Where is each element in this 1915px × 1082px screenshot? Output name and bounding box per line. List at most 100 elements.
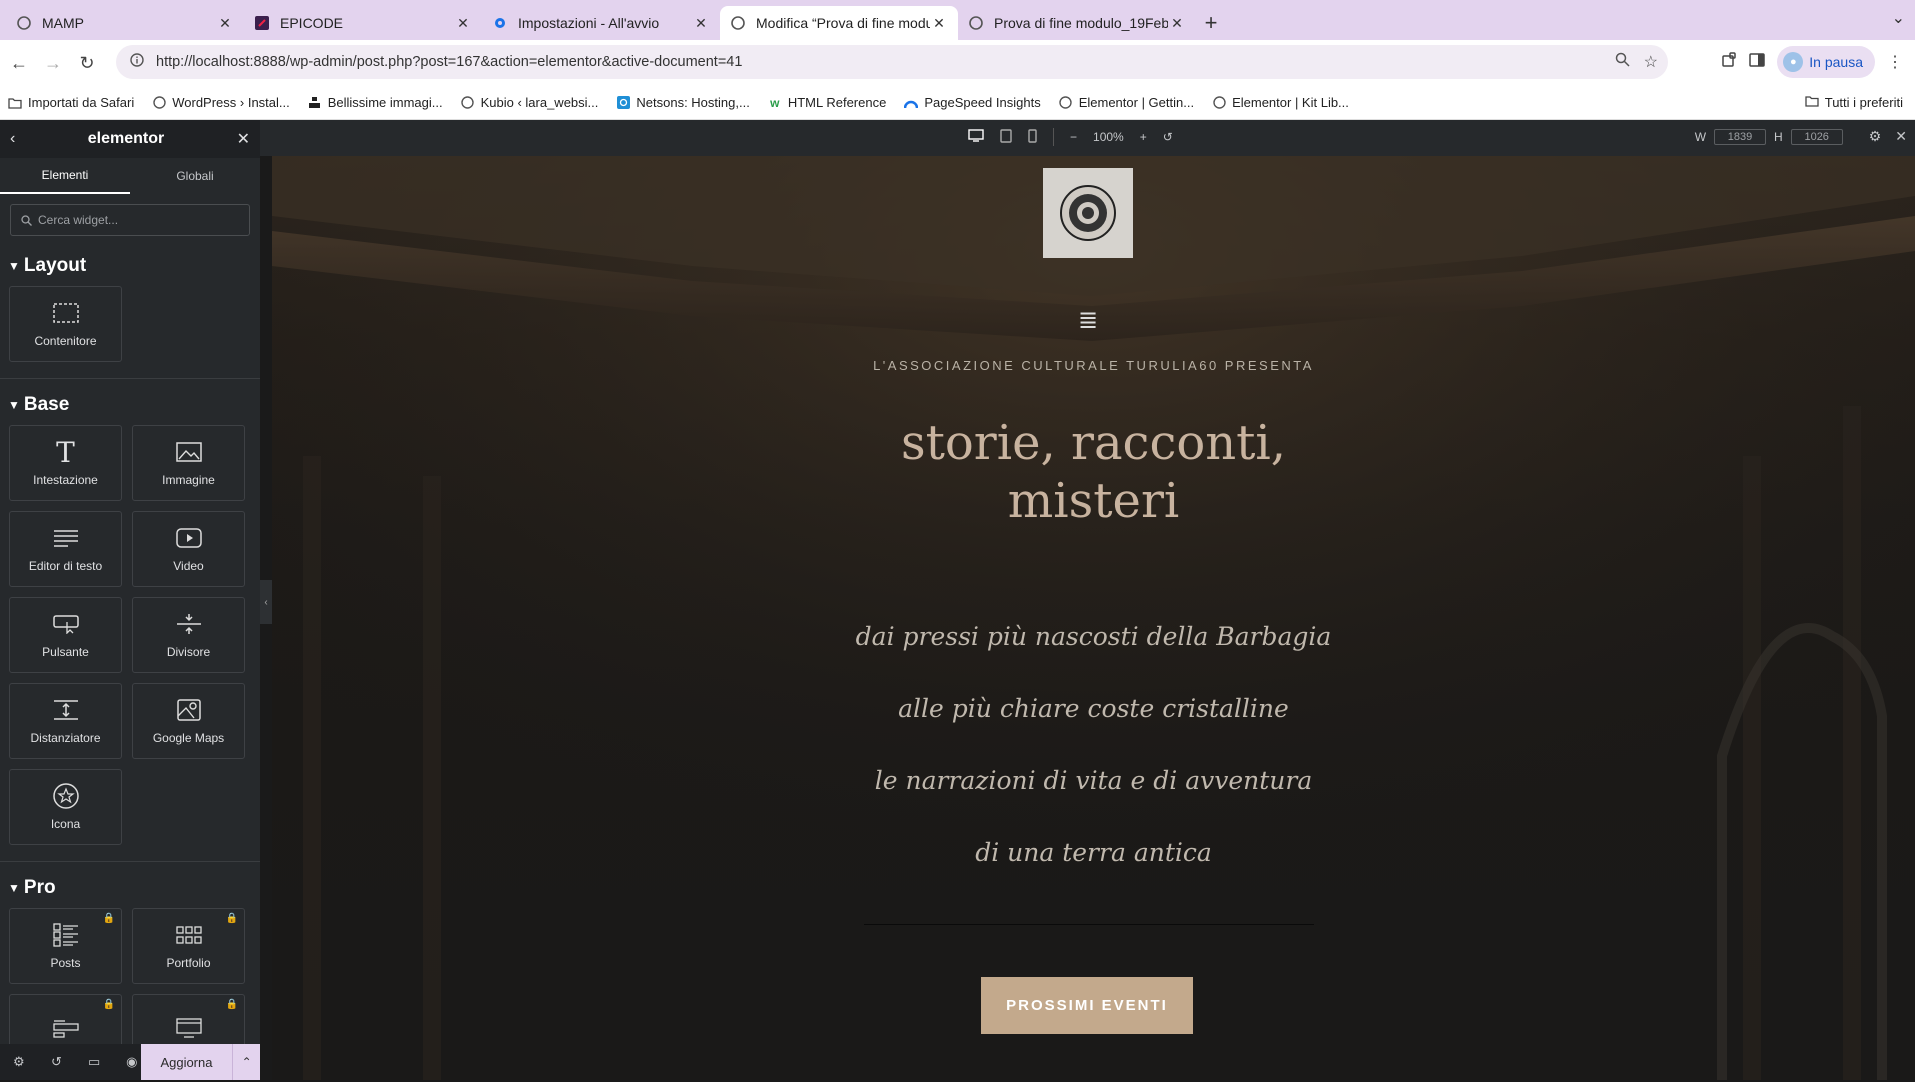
close-icon[interactable]: ✕ <box>237 129 250 149</box>
close-icon[interactable]: ✕ <box>930 15 948 32</box>
widget-pulsante[interactable]: Pulsante <box>9 597 122 673</box>
image-icon <box>174 439 204 465</box>
tab-label: EPICODE <box>280 15 344 31</box>
tab-epicode[interactable]: EPICODE ✕ <box>244 6 482 40</box>
star-icon <box>51 783 81 809</box>
forward-button[interactable]: → <box>38 48 68 78</box>
history-icon[interactable]: ↺ <box>38 1044 76 1080</box>
new-tab-button[interactable]: + <box>1196 6 1226 40</box>
bookmark-item[interactable]: Bellissime immagi... <box>308 95 443 110</box>
address-bar[interactable]: http://localhost:8888/wp-admin/post.php?… <box>116 45 1668 79</box>
wordpress-icon <box>1212 96 1226 110</box>
widget-intestazione[interactable]: T Intestazione <box>9 425 122 501</box>
panel-tabs: Elementi Globali <box>0 158 260 194</box>
profile-button[interactable]: ● In pausa <box>1777 46 1875 78</box>
settings-icon[interactable]: ⚙ <box>0 1044 38 1080</box>
chevron-up-icon[interactable]: ⌃ <box>232 1044 260 1080</box>
close-icon[interactable]: ✕ <box>216 15 234 32</box>
widget-label: Distanziatore <box>30 731 101 745</box>
profile-label: In pausa <box>1809 54 1863 70</box>
reload-button[interactable]: ↻ <box>72 48 102 78</box>
site-info-icon[interactable] <box>130 53 144 71</box>
bookmark-item[interactable]: Elementor | Gettin... <box>1059 95 1194 110</box>
width-input[interactable]: 1839 <box>1714 128 1767 145</box>
all-bookmarks[interactable]: Tutti i preferiti <box>1805 95 1903 110</box>
widget-label: Pulsante <box>42 645 89 659</box>
seal-logo <box>1060 185 1116 241</box>
star-icon[interactable]: ☆ <box>1644 52 1658 72</box>
collapse-panel-handle[interactable]: ‹ <box>260 580 272 624</box>
close-icon[interactable]: ✕ <box>1168 15 1186 32</box>
wordpress-icon <box>461 96 475 110</box>
reset-zoom-icon[interactable]: ↺ <box>1163 130 1173 144</box>
back-button[interactable]: ← <box>4 48 34 78</box>
side-panel-icon[interactable] <box>1749 52 1766 73</box>
tab-prova[interactable]: Prova di fine modulo_19Febb ✕ <box>958 6 1196 40</box>
chevron-down-icon[interactable]: ⌄ <box>1892 8 1905 28</box>
update-button[interactable]: Aggiorna <box>140 1044 233 1080</box>
kebab-menu-icon[interactable]: ⋮ <box>1887 52 1903 72</box>
site-logo[interactable] <box>1043 168 1133 258</box>
widget-editor-di-testo[interactable]: Editor di testo <box>9 511 122 587</box>
wordpress-icon <box>152 96 166 110</box>
bookmark-item[interactable]: Elementor | Kit Lib... <box>1212 95 1349 110</box>
zoom-in-icon[interactable]: + <box>1140 130 1147 144</box>
bookmark-label: Importati da Safari <box>28 95 135 110</box>
category-base[interactable]: ▼ Base <box>0 385 260 425</box>
prossimi-eventi-button[interactable]: PROSSIMI EVENTI <box>981 977 1193 1034</box>
widget-label: Google Maps <box>152 731 225 745</box>
category-pro[interactable]: ▼ Pro <box>0 868 260 908</box>
widget-immagine[interactable]: Immagine <box>132 425 245 501</box>
bookmark-label: HTML Reference <box>787 95 887 110</box>
bookmark-item[interactable]: Kubio ‹ lara_websi... <box>461 95 598 110</box>
tab-globali[interactable]: Globali <box>130 158 260 194</box>
widget-posts[interactable]: 🔒 Posts <box>9 908 122 984</box>
widget-contenitore[interactable]: Contenitore <box>9 286 122 362</box>
tab-label: Prova di fine modulo_19Febb <box>994 15 1168 31</box>
close-icon[interactable]: ✕ <box>1895 128 1907 145</box>
poem-line: alle più chiare coste cristalline <box>898 694 1289 723</box>
widget-search-input[interactable]: Cerca widget... <box>10 204 250 236</box>
title-line: storie, racconti, <box>900 415 1287 471</box>
bookmark-item[interactable]: PageSpeed Insights <box>904 95 1041 110</box>
widget-video[interactable]: Video <box>132 511 245 587</box>
category-layout[interactable]: ▼ Layout <box>0 246 260 286</box>
responsive-icon[interactable]: ▭ <box>75 1044 113 1080</box>
widget-icona[interactable]: Icona <box>9 769 122 845</box>
tab-modifica[interactable]: Modifica “Prova di fine modul ✕ <box>720 6 958 40</box>
desktop-icon[interactable] <box>968 129 984 145</box>
height-input[interactable]: 1026 <box>1790 128 1843 145</box>
widget-portfolio[interactable]: 🔒 Portfolio <box>132 908 245 984</box>
widget-divisore[interactable]: Divisore <box>132 597 245 673</box>
tablet-icon[interactable] <box>1000 128 1012 146</box>
back-icon[interactable]: ‹ <box>10 130 15 148</box>
mobile-icon[interactable] <box>1028 128 1037 146</box>
bookmark-item[interactable]: w HTML Reference <box>768 95 887 110</box>
bookmark-item[interactable]: Importati da Safari <box>8 95 134 110</box>
poem-line: le narrazioni di vita e di avventura <box>874 766 1313 795</box>
url-text: http://localhost:8888/wp-admin/post.php?… <box>156 54 743 70</box>
kicker-text: L'ASSOCIAZIONE CULTURALE TURULIA60 PRESE… <box>873 358 1314 373</box>
widget-label: Portfolio <box>166 956 211 970</box>
tab-impostazioni[interactable]: Impostazioni - All'avvio ✕ <box>482 6 720 40</box>
bookmark-item[interactable]: WordPress › Instal... <box>152 95 290 110</box>
settings-icon <box>492 15 508 31</box>
map-icon <box>174 697 204 723</box>
tab-mamp[interactable]: MAMP ✕ <box>6 6 244 40</box>
preview-canvas[interactable]: ≣ L'ASSOCIAZIONE CULTURALE TURULIA60 PRE… <box>272 156 1915 1080</box>
gear-icon[interactable]: ⚙ <box>1869 128 1882 145</box>
close-icon[interactable]: ✕ <box>454 15 472 32</box>
extensions-icon[interactable] <box>1721 51 1737 73</box>
widget-google-maps[interactable]: Google Maps <box>132 683 245 759</box>
wordpress-icon <box>968 15 984 31</box>
tab-elementi[interactable]: Elementi <box>0 158 130 194</box>
widget-label: Editor di testo <box>28 559 103 573</box>
zoom-out-icon[interactable]: − <box>1070 130 1077 144</box>
widget-label: Immagine <box>162 473 215 487</box>
divider-icon <box>174 611 204 637</box>
bookmark-item[interactable]: Netsons: Hosting,... <box>616 95 750 110</box>
close-icon[interactable]: ✕ <box>692 15 710 32</box>
zoom-icon[interactable] <box>1615 52 1630 72</box>
widget-distanziatore[interactable]: Distanziatore <box>9 683 122 759</box>
menu-hamburger-icon[interactable]: ≣ <box>1078 306 1098 335</box>
